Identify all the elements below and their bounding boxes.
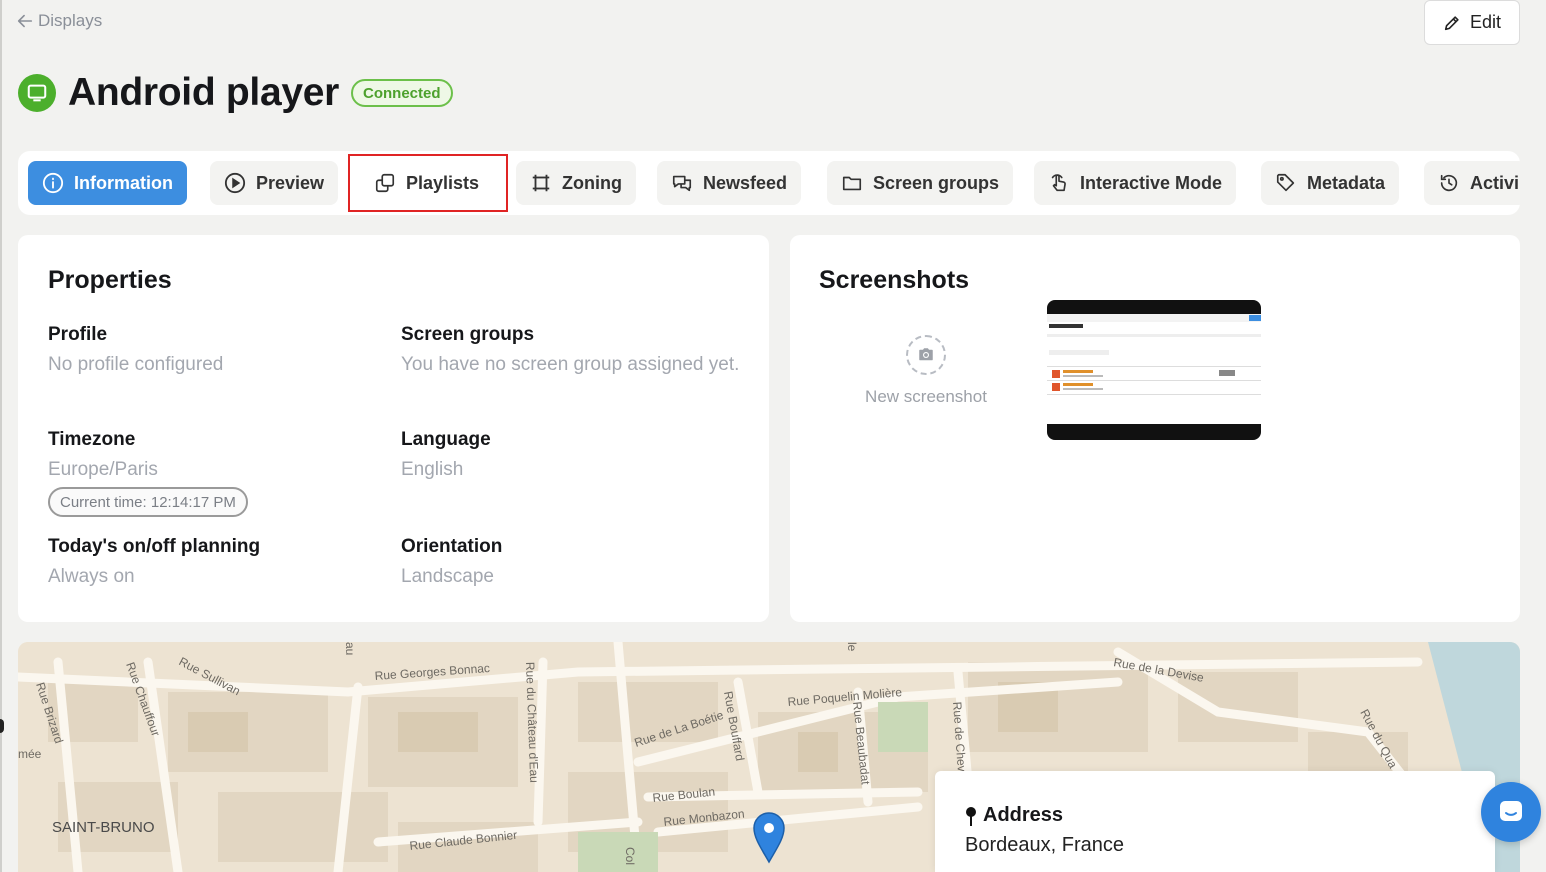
new-screenshot-button[interactable]: New screenshot bbox=[858, 335, 994, 407]
support-chat-button[interactable] bbox=[1481, 782, 1541, 842]
tab-preview[interactable]: Preview bbox=[210, 161, 339, 205]
address-label: Address bbox=[983, 804, 1064, 826]
display-status-icon bbox=[18, 74, 56, 112]
tab-preview-label: Preview bbox=[256, 172, 325, 193]
property-label: Timezone bbox=[48, 429, 136, 450]
tab-zoning[interactable]: Zoning bbox=[516, 161, 636, 205]
tab-playlists[interactable]: Playlists bbox=[348, 154, 508, 212]
back-link-label: Displays bbox=[38, 11, 103, 30]
camera-icon bbox=[919, 348, 933, 361]
property-timezone: Timezone Europe/Paris bbox=[48, 427, 388, 485]
touch-icon bbox=[1051, 174, 1066, 192]
chat-bubbles-icon bbox=[672, 175, 692, 192]
property-value: You have no screen group assigned yet. bbox=[401, 354, 740, 375]
property-label: Language bbox=[401, 429, 491, 450]
tab-zoning-label: Zoning bbox=[562, 172, 622, 193]
property-label: Profile bbox=[48, 324, 108, 345]
copy-icon bbox=[375, 173, 395, 193]
properties-card: Properties Profile No profile configured… bbox=[18, 235, 769, 622]
tab-newsfeed[interactable]: Newsfeed bbox=[657, 161, 802, 205]
tab-newsfeed-label: Newsfeed bbox=[703, 172, 788, 193]
play-icon bbox=[224, 172, 246, 194]
tab-metadata[interactable]: Metadata bbox=[1261, 161, 1400, 205]
status-badge: Connected bbox=[351, 79, 453, 107]
property-profile: Profile No profile configured bbox=[48, 322, 388, 380]
folder-icon bbox=[842, 176, 862, 191]
property-value: Always on bbox=[48, 566, 135, 587]
tab-interactive-mode[interactable]: Interactive Mode bbox=[1034, 161, 1237, 205]
property-label: Today's on/off planning bbox=[48, 536, 261, 557]
map-label: mée bbox=[18, 747, 42, 761]
edit-button-label: Edit bbox=[1469, 12, 1502, 32]
property-label: Screen groups bbox=[401, 324, 535, 345]
tab-interactive-mode-label: Interactive Mode bbox=[1080, 172, 1223, 193]
page-header: Android player Connected bbox=[18, 70, 453, 116]
tab-activity-label: Activi bbox=[1470, 172, 1520, 193]
tag-icon bbox=[1276, 173, 1295, 192]
property-language: Language English bbox=[401, 427, 741, 485]
edit-button[interactable]: Edit bbox=[1424, 0, 1520, 45]
chat-icon bbox=[1500, 801, 1522, 821]
camera-icon-wrap bbox=[906, 335, 946, 375]
tab-screen-groups-label: Screen groups bbox=[873, 172, 1000, 193]
pin-icon bbox=[966, 806, 976, 826]
monitor-icon bbox=[27, 84, 47, 102]
current-time-badge: Current time: 12:14:17 PM bbox=[48, 487, 248, 517]
tab-bar: Information Preview Playlists Zoning New… bbox=[18, 151, 1520, 215]
screenshots-card: Screenshots New screenshot bbox=[790, 235, 1520, 622]
new-screenshot-label: New screenshot bbox=[865, 387, 987, 406]
property-orientation: Orientation Landscape bbox=[401, 534, 741, 592]
map-label: le bbox=[845, 642, 859, 652]
resize-handle[interactable] bbox=[0, 719, 4, 733]
tab-information[interactable]: Information bbox=[28, 161, 187, 205]
back-link[interactable]: Displays bbox=[16, 9, 102, 33]
map-label: SAINT-BRUNO bbox=[52, 819, 155, 836]
screenshot-image bbox=[1047, 314, 1261, 424]
property-planning: Today's on/off planning Always on bbox=[48, 534, 388, 592]
properties-title: Properties bbox=[48, 266, 172, 294]
property-value: English bbox=[401, 459, 464, 480]
frame-icon bbox=[532, 174, 550, 192]
tab-playlists-label: Playlists bbox=[406, 172, 480, 193]
property-screen-groups: Screen groups You have no screen group a… bbox=[401, 322, 741, 380]
pencil-icon bbox=[1444, 15, 1459, 30]
tab-screen-groups[interactable]: Screen groups bbox=[827, 161, 1014, 205]
tab-activity[interactable]: Activi bbox=[1424, 161, 1520, 205]
property-value: Landscape bbox=[401, 566, 494, 587]
info-icon bbox=[42, 172, 64, 194]
history-icon bbox=[1440, 174, 1458, 192]
property-value: Europe/Paris bbox=[48, 459, 158, 480]
tab-metadata-label: Metadata bbox=[1307, 172, 1386, 193]
tab-information-label: Information bbox=[74, 172, 173, 193]
window-edge bbox=[0, 0, 2, 872]
map-label: au bbox=[343, 642, 357, 655]
screenshot-thumbnail[interactable] bbox=[1047, 300, 1261, 440]
page-title: Android player bbox=[68, 71, 340, 114]
map-label: Col bbox=[623, 847, 637, 865]
arrow-left-icon bbox=[17, 14, 33, 28]
address-card: Address Bordeaux, France bbox=[935, 771, 1495, 872]
property-label: Orientation bbox=[401, 536, 503, 557]
address-heading: Address bbox=[965, 804, 1063, 827]
address-value: Bordeaux, France bbox=[965, 834, 1124, 856]
property-value: No profile configured bbox=[48, 354, 224, 375]
screenshots-title: Screenshots bbox=[819, 266, 970, 294]
